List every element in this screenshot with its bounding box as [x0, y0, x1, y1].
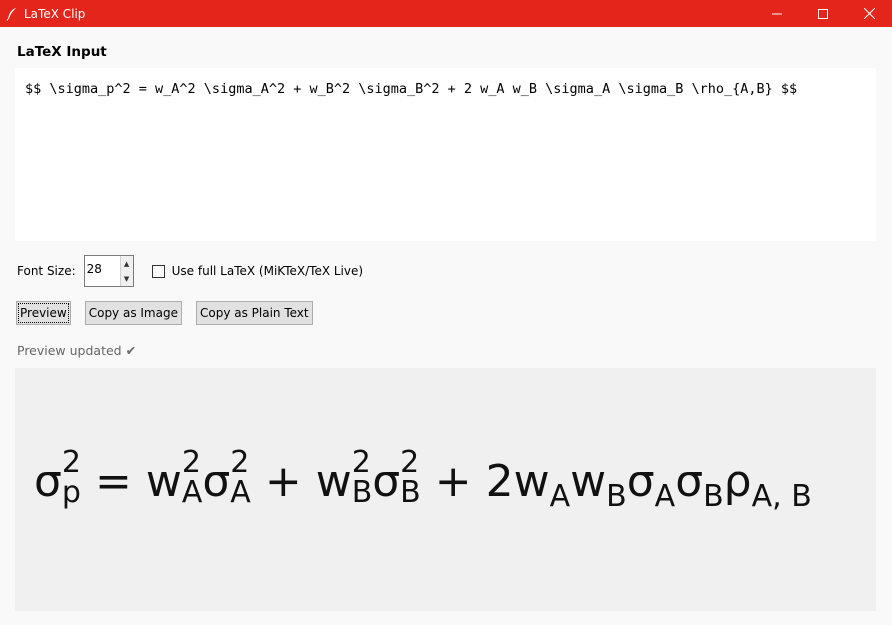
- font-size-spinbox[interactable]: 28 ▲ ▼: [83, 255, 134, 287]
- close-icon: [863, 8, 875, 19]
- rendered-formula: σ2p = w2Aσ2A + w2Bσ2B + 2wAwBσAσBρA, B: [34, 445, 812, 514]
- maximize-button[interactable]: [800, 0, 846, 27]
- minimize-icon: [772, 13, 782, 14]
- feather-icon: [2, 0, 22, 27]
- title-bar: LaTeX Clip: [0, 0, 892, 27]
- maximize-icon: [818, 8, 828, 19]
- minimize-button[interactable]: [754, 0, 800, 27]
- formula-plus-2: +: [434, 456, 472, 507]
- options-row: Font Size: 28 ▲ ▼ Use full LaTeX (MiKTeX…: [17, 255, 363, 287]
- spin-down-icon[interactable]: ▼: [120, 271, 133, 286]
- formula-sigma: σ: [34, 456, 62, 507]
- formula-equals: =: [94, 456, 132, 507]
- latex-input-textarea[interactable]: $$ \sigma_p^2 = w_A^2 \sigma_A^2 + w_B^2…: [15, 68, 876, 241]
- copy-image-button[interactable]: Copy as Image: [84, 301, 182, 325]
- action-buttons: Preview Copy as Image Copy as Plain Text: [16, 301, 313, 325]
- close-button[interactable]: [846, 0, 892, 27]
- font-size-label: Font Size:: [17, 264, 76, 278]
- full-latex-option[interactable]: Use full LaTeX (MiKTeX/TeX Live): [151, 264, 363, 278]
- window-controls: [754, 0, 892, 27]
- window-title: LaTeX Clip: [24, 6, 86, 21]
- app-client-area: LaTeX Input $$ \sigma_p^2 = w_A^2 \sigma…: [0, 27, 892, 625]
- full-latex-label[interactable]: Use full LaTeX (MiKTeX/TeX Live): [172, 264, 363, 278]
- spin-arrows: ▲ ▼: [119, 256, 133, 286]
- preview-button[interactable]: Preview: [16, 301, 71, 325]
- status-text: Preview updated ✔: [17, 343, 137, 358]
- copy-text-button[interactable]: Copy as Plain Text: [195, 301, 313, 325]
- latex-input-heading: LaTeX Input: [17, 44, 107, 60]
- formula-plus: +: [264, 456, 302, 507]
- formula-preview: σ2p = w2Aσ2A + w2Bσ2B + 2wAwBσAσBρA, B: [15, 368, 876, 611]
- font-size-value[interactable]: 28: [85, 256, 121, 286]
- spin-up-icon[interactable]: ▲: [120, 256, 133, 271]
- full-latex-checkbox[interactable]: [151, 264, 165, 278]
